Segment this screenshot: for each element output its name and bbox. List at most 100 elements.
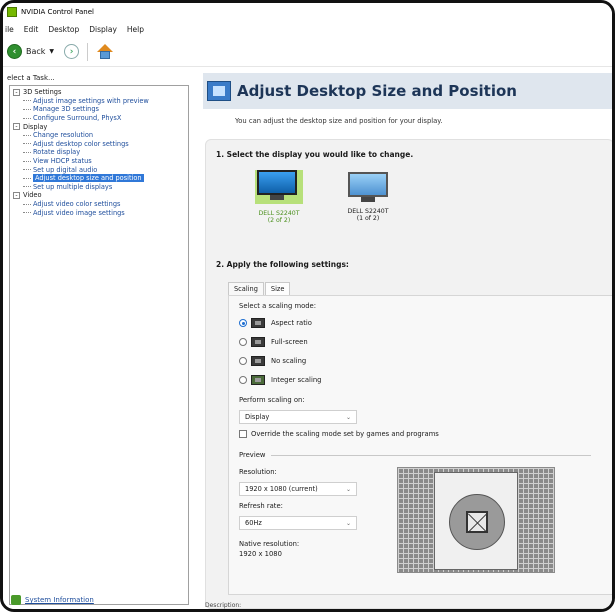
display-index: (1 of 2)	[356, 215, 380, 222]
tree-group-label: Display	[23, 122, 48, 131]
tree-item-label: Adjust desktop size and position	[33, 174, 144, 183]
mode-label: Full-screen	[271, 338, 308, 346]
tree-item-view-hdcp[interactable]: View HDCP status	[13, 157, 185, 166]
preview-center-marker	[466, 511, 488, 533]
task-label: elect a Task...	[7, 74, 55, 82]
radio-unselected[interactable]	[239, 376, 247, 384]
override-label: Override the scaling mode set by games a…	[251, 430, 439, 438]
tree-item-manage-3d-settings[interactable]: Manage 3D settings	[13, 105, 185, 114]
tree-item-label: Set up multiple displays	[33, 182, 113, 191]
select-value: 1920 x 1080 (current)	[245, 485, 318, 493]
tree-item-label: Change resolution	[33, 131, 94, 140]
full-screen-icon	[251, 337, 265, 347]
scaling-tab-panel: Select a scaling mode: Aspect ratio Full…	[228, 295, 612, 595]
tree-item-label: Rotate display	[33, 148, 81, 157]
display-card-1[interactable]: DELL S2240T (1 of 2)	[333, 172, 403, 222]
chevron-down-icon: ⌄	[345, 485, 351, 493]
title-bar: NVIDIA Control Panel	[3, 3, 612, 21]
collapse-icon[interactable]: -	[13, 123, 20, 131]
tree-item-video-color[interactable]: Adjust video color settings	[13, 200, 185, 209]
system-info-icon	[11, 595, 21, 605]
tree-group-video[interactable]: - Video	[13, 191, 185, 200]
mode-label: Aspect ratio	[271, 319, 312, 327]
chevron-down-icon: ⌄	[345, 413, 351, 421]
scaling-preview	[397, 467, 555, 573]
mode-label: No scaling	[271, 357, 307, 365]
tree-item-multiple-displays[interactable]: Set up multiple displays	[13, 183, 185, 192]
display-name: DELL S2240T	[258, 210, 300, 217]
perform-scaling-label: Perform scaling on:	[239, 396, 305, 404]
radio-unselected[interactable]	[239, 357, 247, 365]
description-label: Description:	[205, 602, 242, 609]
menu-file[interactable]: ile	[5, 25, 14, 34]
tree-group-3d-settings[interactable]: - 3D Settings	[13, 88, 185, 97]
nvidia-app-icon	[7, 7, 17, 17]
tree-item-adjust-image-settings[interactable]: Adjust image settings with preview	[13, 97, 185, 106]
page-title: Adjust Desktop Size and Position	[237, 82, 517, 100]
tree-item-label: Configure Surround, PhysX	[33, 114, 122, 123]
tab-scaling[interactable]: Scaling	[228, 282, 264, 295]
back-button[interactable]: ‹ Back ▼	[7, 44, 58, 59]
tree-item-label: Adjust image settings with preview	[33, 96, 149, 105]
menu-desktop[interactable]: Desktop	[48, 25, 79, 34]
display-card-2[interactable]: DELL S2240T (2 of 2)	[244, 170, 314, 224]
system-information-link[interactable]: System Information	[11, 595, 94, 605]
step2-heading: 2. Apply the following settings:	[216, 260, 349, 269]
mode-aspect-ratio[interactable]: Aspect ratio	[239, 318, 312, 328]
tree-item-adjust-desktop-color[interactable]: Adjust desktop color settings	[13, 140, 185, 149]
no-scaling-icon	[251, 356, 265, 366]
mode-full-screen[interactable]: Full-screen	[239, 337, 308, 347]
step1-heading: 1. Select the display you would like to …	[216, 150, 414, 159]
desktop-size-icon	[207, 81, 231, 101]
tree-item-change-resolution[interactable]: Change resolution	[13, 131, 185, 140]
forward-button[interactable]: ›	[64, 44, 80, 59]
menu-bar: ile Edit Desktop Display Help	[3, 21, 612, 37]
page-description: You can adjust the desktop size and posi…	[235, 117, 443, 125]
menu-edit[interactable]: Edit	[24, 25, 39, 34]
settings-tabs: Scaling Size	[228, 282, 291, 295]
monitor-icon	[346, 172, 390, 202]
select-value: Display	[245, 413, 270, 421]
task-tree: - 3D Settings Adjust image settings with…	[9, 85, 189, 605]
perform-scaling-select[interactable]: Display ⌄	[239, 410, 357, 424]
native-resolution-value: 1920 x 1080	[239, 550, 282, 558]
back-label: Back	[26, 47, 46, 56]
resolution-select[interactable]: 1920 x 1080 (current) ⌄	[239, 482, 357, 496]
mode-label: Integer scaling	[271, 376, 322, 384]
select-value: 60Hz	[245, 519, 262, 527]
resolution-label: Resolution:	[239, 468, 277, 476]
tree-item-digital-audio[interactable]: Set up digital audio	[13, 165, 185, 174]
tree-group-label: Video	[23, 191, 42, 200]
back-dropdown-icon[interactable]: ▼	[49, 48, 54, 55]
radio-unselected[interactable]	[239, 338, 247, 346]
menu-display[interactable]: Display	[89, 25, 117, 34]
home-icon[interactable]	[96, 43, 114, 61]
toolbar: ‹ Back ▼ ›	[3, 37, 612, 67]
tree-item-video-image[interactable]: Adjust video image settings	[13, 208, 185, 217]
tree-group-label: 3D Settings	[23, 88, 62, 97]
toolbar-separator	[87, 42, 89, 61]
mode-integer-scaling[interactable]: Integer scaling	[239, 375, 321, 385]
collapse-icon[interactable]: -	[13, 191, 20, 199]
scaling-mode-label: Select a scaling mode:	[239, 302, 317, 310]
radio-selected[interactable]	[239, 319, 247, 327]
tree-item-configure-surround[interactable]: Configure Surround, PhysX	[13, 114, 185, 123]
override-checkbox[interactable]	[239, 430, 247, 438]
tree-item-adjust-desktop-size[interactable]: Adjust desktop size and position	[13, 174, 185, 183]
refresh-rate-select[interactable]: 60Hz ⌄	[239, 516, 357, 530]
menu-help[interactable]: Help	[127, 25, 144, 34]
mode-no-scaling[interactable]: No scaling	[239, 356, 306, 366]
preview-divider	[271, 454, 592, 456]
chevron-down-icon: ⌄	[345, 519, 351, 527]
override-checkbox-row[interactable]: Override the scaling mode set by games a…	[239, 430, 439, 438]
window-title: NVIDIA Control Panel	[21, 8, 94, 16]
monitor-icon	[255, 170, 303, 204]
preview-display-frame	[434, 472, 518, 570]
tree-group-display[interactable]: - Display	[13, 122, 185, 131]
aspect-ratio-icon	[251, 318, 265, 328]
tab-size[interactable]: Size	[264, 282, 291, 295]
native-resolution-label: Native resolution:	[239, 540, 300, 548]
tree-item-rotate-display[interactable]: Rotate display	[13, 148, 185, 157]
collapse-icon[interactable]: -	[13, 88, 20, 96]
preview-header: Preview	[239, 451, 592, 459]
